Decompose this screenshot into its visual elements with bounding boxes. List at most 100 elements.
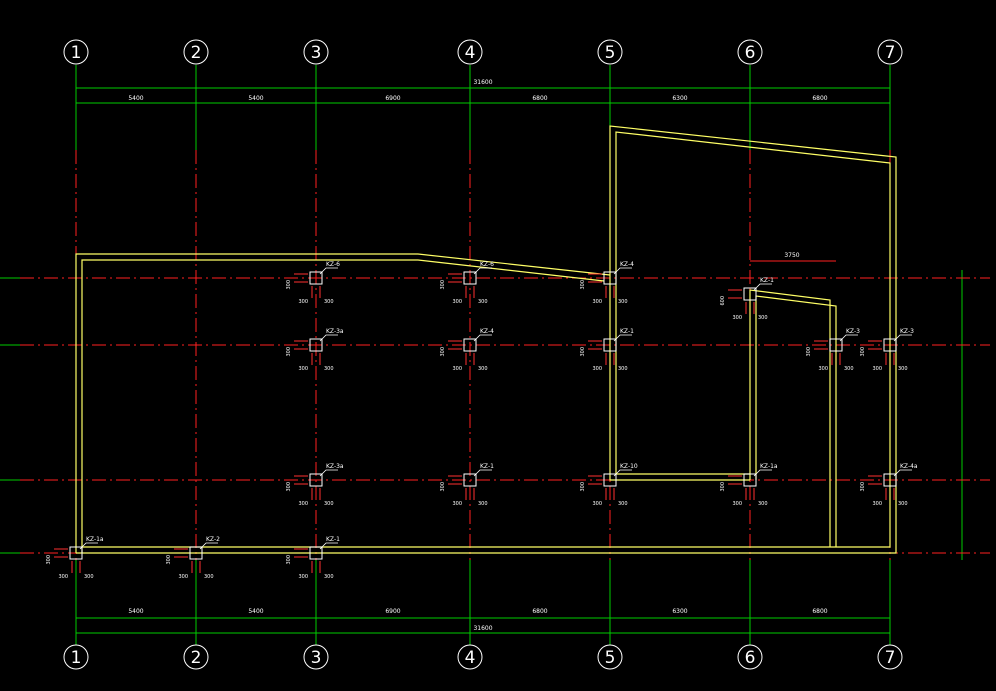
wall-annex-inner (755, 295, 837, 547)
dimension-texts: 31600 5400 5400 6900 6800 6300 6800 5400… (128, 79, 827, 632)
column-dim-bottom-right: 300 (618, 501, 628, 507)
axis-bubble-1-bottom: 1 (63, 644, 89, 670)
column-leader (79, 542, 98, 550)
column-leader (319, 542, 338, 550)
column-dim-bottom-right: 300 (478, 299, 488, 305)
dim-span-5-top: 6300 (672, 95, 687, 102)
column-dim-bottom-left: 300 (592, 366, 602, 372)
column-dim-bottom-right: 300 (758, 501, 768, 507)
column-dim-bottom-left: 300 (872, 501, 882, 507)
walls (75, 125, 897, 554)
column-dim-left: 300 (286, 280, 292, 290)
column-leader (473, 267, 492, 275)
axis-grid-lines (0, 65, 963, 645)
dim-span-6-bottom: 6800 (812, 608, 827, 615)
column-dim-left: 300 (440, 347, 446, 357)
axis-label: 5 (605, 43, 616, 63)
dim-span-4-top: 6800 (532, 95, 547, 102)
column-dim-bottom-left: 300 (178, 574, 188, 580)
wall-inner-left (81, 259, 605, 553)
column-dim-left: 300 (440, 482, 446, 492)
axis-label: 2 (191, 648, 202, 668)
wall-outer-left (75, 253, 611, 553)
column-kz-4: KZ-4 300 300 300 (440, 328, 494, 372)
column-dim-bottom-right: 300 (204, 574, 214, 580)
column-dim-bottom-right: 300 (618, 299, 628, 305)
column-label: KZ-3a (326, 463, 344, 470)
column-dim-left: 300 (46, 555, 52, 565)
axis-bubble-5-top: 5 (597, 39, 623, 65)
axis-bubble-7-top: 7 (877, 39, 903, 65)
column-leader (473, 469, 492, 477)
axis-label: 7 (885, 648, 896, 668)
axis-bubble-7-bottom: 7 (877, 644, 903, 670)
column-kz-1: KZ-1 300 300 300 (440, 463, 494, 507)
column-leader (753, 469, 772, 477)
column-leader (613, 267, 632, 275)
column-dim-bottom-right: 300 (324, 501, 334, 507)
axis-bubbles: 1 1 2 2 3 3 4 4 5 5 6 6 7 7 (63, 39, 903, 670)
column-kz-2: KZ-2 300 300 300 (166, 536, 220, 580)
column-dim-bottom-right: 300 (478, 366, 488, 372)
column-dim-bottom-right: 300 (324, 299, 334, 305)
wall-inner-right (82, 131, 891, 548)
wall-outer-right (76, 125, 897, 554)
column-label: KZ-1 (326, 536, 340, 543)
dim-span-2-top: 5400 (248, 95, 263, 102)
column-kz-1: KZ-1 300 300 300 (580, 328, 634, 372)
dim-span-1-top: 5400 (128, 95, 143, 102)
column-dim-left: 300 (720, 482, 726, 492)
column-label: KZ-10 (620, 463, 638, 470)
column-label: KZ-3 (846, 328, 860, 335)
column-dim-left: 300 (580, 482, 586, 492)
axis-bubble-6-top: 6 (737, 39, 763, 65)
column-dim-left: 300 (286, 347, 292, 357)
wall-annex-outer (749, 289, 831, 547)
column-dim-bottom-right: 300 (758, 315, 768, 321)
column-kz-3a: KZ-3a 300 300 300 (286, 328, 344, 372)
dim-span-6-top: 6800 (812, 95, 827, 102)
column-dim-left: 300 (166, 555, 172, 565)
columns: KZ-6300300 300KZ-6300300 300KZ-4300300 300K… (46, 261, 918, 580)
column-dim-left: 300 (580, 280, 586, 290)
column-dim-left: 300 (286, 555, 292, 565)
column-dim-bottom-left: 300 (592, 501, 602, 507)
axis-label: 7 (885, 43, 896, 63)
axis-bubble-3-bottom: 3 (303, 644, 329, 670)
column-label: KZ-3 (900, 328, 914, 335)
column-dim-left: 300 (440, 280, 446, 290)
axis-label: 4 (465, 43, 476, 63)
axis-label: 6 (745, 43, 756, 63)
column-label: KZ-4a (900, 463, 918, 470)
column-leader (473, 334, 492, 342)
cad-drawing-canvas: 1 1 2 2 3 3 4 4 5 5 6 6 7 7 31600 5400 5400 6900 6800… (0, 0, 996, 691)
dim-span-4-bottom: 6800 (532, 608, 547, 615)
column-dim-bottom-right: 300 (844, 366, 854, 372)
column-label: KZ-1 (480, 463, 494, 470)
axis-bubble-1-top: 1 (63, 39, 89, 65)
center-lines (20, 150, 990, 560)
column-kz-1a: KZ-1a 300 300 300 (46, 536, 104, 580)
axis-label: 4 (465, 648, 476, 668)
column-dim-bottom-right: 300 (324, 366, 334, 372)
column-dim-left: 300 (286, 482, 292, 492)
column-dim-bottom-right: 300 (898, 501, 908, 507)
column-kz-6: KZ-6 300 300 300 (440, 261, 494, 305)
column-label: KZ-4 (620, 261, 634, 268)
column-kz-10: KZ-10 300 300 300 (580, 463, 638, 507)
axis-bubble-3-top: 3 (303, 39, 329, 65)
column-dim-bottom-left: 300 (58, 574, 68, 580)
floor-plan-drawing: 1 1 2 2 3 3 4 4 5 5 6 6 7 7 31600 5400 5400 6900 6800… (0, 39, 990, 670)
column-label: KZ-2 (206, 536, 220, 543)
column-leader (613, 469, 632, 477)
column-dim-bottom-left: 300 (732, 501, 742, 507)
column-dim-bottom-right: 300 (324, 574, 334, 580)
column-label: KZ-1 (620, 328, 634, 335)
column-dim-bottom-left: 300 (452, 366, 462, 372)
dim-span-2-bottom: 5400 (248, 608, 263, 615)
axis-label: 2 (191, 43, 202, 63)
axis-bubble-6-bottom: 6 (737, 644, 763, 670)
column-dim-bottom-right: 300 (898, 366, 908, 372)
column-leader (893, 334, 912, 342)
dim-span-3-bottom: 6900 (385, 608, 400, 615)
